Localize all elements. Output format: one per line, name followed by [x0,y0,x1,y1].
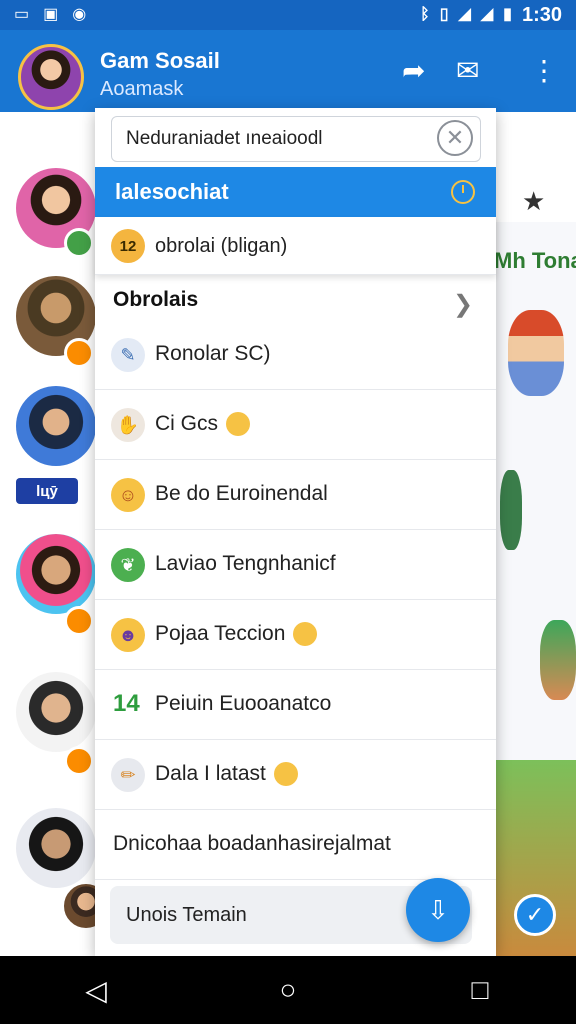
navigation-bar: ◁ ○ □ [0,956,576,1024]
gallery-icon: ▣ [43,6,59,23]
search-input[interactable] [111,116,481,162]
clock-icon [451,180,475,204]
contact-tag: lцӯ [16,478,78,504]
item-number: 14 [113,690,140,717]
bottom-input-label: Unois Temain [126,904,247,926]
emoji-icon [293,622,318,647]
menu-item-label: Be do Euroinendal [155,482,328,505]
menu-item[interactable]: Dnicohaa boadanhasirejalmat [95,810,496,880]
menu-dropdown: ✕ lalesochiat 12 obrolai (bligan) Obrola… [95,108,496,956]
home-icon[interactable]: ○ [268,970,308,1010]
mail-icon[interactable]: ✉ [456,56,479,86]
menu-item[interactable]: ☻ Pojaa Teccion [95,600,496,670]
menu-item-label: Ci Gcs [155,412,250,437]
sticker-partial [540,620,576,700]
menu-item-label: Dala I latast [155,762,298,787]
clear-search-button[interactable]: ✕ [437,120,473,156]
plant-icon: ❦ [111,548,145,582]
circle-icon: ◉ [72,6,87,23]
menu-item[interactable]: ✏ Dala I latast [95,740,496,810]
app-subtitle: Aoamask [100,78,184,100]
battery-icon: ▮ [503,6,512,23]
chat-title: Mh Tona [494,248,576,273]
chevron-down-icon[interactable]: ❯ [453,290,473,319]
contact-avatar[interactable] [16,386,96,466]
clock: 1:30 [521,3,562,26]
check-icon: ✓ [525,902,545,927]
check-button[interactable]: ✓ [514,894,556,936]
face-icon: ☻ [111,618,145,652]
selected-menu-item[interactable]: lalesochiat [95,167,496,217]
menu-item-label: Laviao Tengnhanicf [155,552,336,575]
vibrate-icon: ▯ [439,6,449,23]
contact-avatar[interactable] [16,534,96,614]
close-icon: ✕ [445,125,465,150]
menu-item[interactable]: 14 Peiuin Euooanatco [95,670,496,740]
menu-item[interactable]: ✎ Ronolar SC) [95,320,496,390]
emoji-icon [273,762,298,787]
status-badge [64,746,94,776]
pen-icon: ✎ [111,338,145,372]
status-bar: ▭ ▣ ◉ ᛒ ▯ ◢ ◢ ▮ 1:30 [0,0,576,30]
count-badge: 12 [111,229,145,263]
menu-item-label: Peiuin Euooanatco [155,692,332,715]
bluetooth-icon: ᛒ [420,6,430,23]
share-icon[interactable]: ➦ [402,56,425,86]
wifi-icon: ◢ [458,6,471,23]
sticker-partial [500,470,522,550]
selected-menu-label: lalesochiat [115,179,229,204]
menu-item-label: Dnicohaa boadanhasirejalmat [113,832,391,855]
online-badge [64,228,94,258]
bookmark-icon[interactable]: ★ [522,186,545,217]
hand-icon: ✋ [111,408,145,442]
pencil-icon: ✏ [111,758,145,792]
contact-avatar[interactable] [16,672,96,752]
nfc-icon: ▭ [14,6,30,23]
menu-item[interactable]: ✋ Ci Gcs [95,390,496,460]
back-icon[interactable]: ◁ [76,970,116,1010]
sub-menu-label: obrolai (bligan) [155,235,288,257]
app-bar: Gam Sosail Aoamask ➦ ✉ ⋮ [0,30,576,112]
profile-avatar[interactable] [18,44,84,110]
menu-item-label: Pojaa Teccion [155,622,318,647]
sub-menu-item[interactable]: 12 obrolai (bligan) [95,217,496,275]
compose-icon: ⇩ [427,894,449,925]
status-badge [64,606,94,636]
menu-item[interactable]: ☺ Be do Euroinendal [95,460,496,530]
more-vert-icon[interactable]: ⋮ [530,56,558,86]
sticker-character[interactable] [508,310,564,396]
menu-item[interactable]: ❦ Laviao Tengnhanicf [95,530,496,600]
menu-item-label: Ronolar SC) [155,342,271,365]
search-row: ✕ [95,108,496,168]
status-badge [64,338,94,368]
section-title: Obrolais [113,288,199,311]
emoji-icon [226,412,250,437]
contact-avatar[interactable] [16,808,96,888]
signal-icon: ◢ [480,6,494,23]
emoji-icon: ☺ [111,478,145,512]
recents-icon[interactable]: □ [460,970,500,1010]
app-title: Gam Sosail [100,48,220,73]
compose-button[interactable]: ⇩ [406,878,470,942]
